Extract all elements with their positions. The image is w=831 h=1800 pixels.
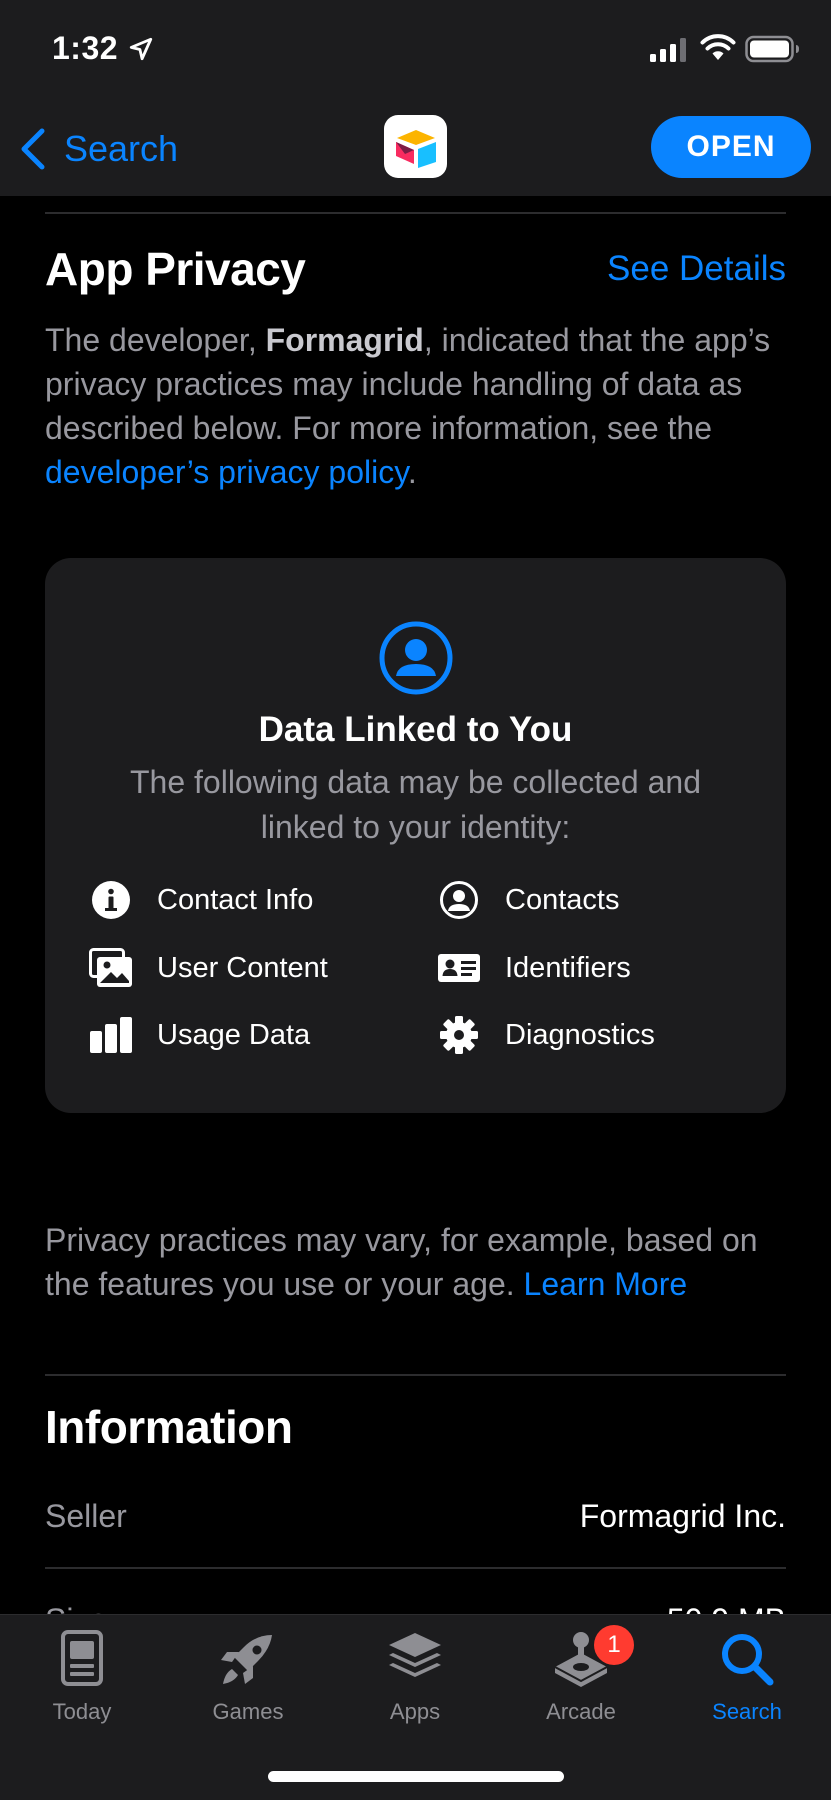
tab-search[interactable]: Search xyxy=(672,1629,822,1739)
data-linked-card[interactable]: Data Linked to You The following data ma… xyxy=(45,558,786,1113)
data-item-label: Identifiers xyxy=(505,951,631,984)
desc-suffix: . xyxy=(407,454,417,490)
tab-label: Apps xyxy=(389,1699,441,1724)
chevron-left-icon xyxy=(21,128,45,170)
section-divider xyxy=(45,212,786,214)
today-icon xyxy=(61,1630,103,1686)
data-item-contact-info: Contact Info xyxy=(89,875,313,925)
desc-prefix: The developer, xyxy=(45,322,266,358)
status-bar: 1:32 xyxy=(0,0,831,100)
data-item-label: Contacts xyxy=(505,883,620,916)
tab-games[interactable]: Games xyxy=(173,1629,323,1739)
rocket-icon xyxy=(221,1635,272,1684)
privacy-description: The developer, Formagrid, indicated that… xyxy=(45,318,786,494)
cellular-signal-icon xyxy=(650,38,686,62)
card-title: Data Linked to You xyxy=(258,710,573,749)
info-row-seller: Seller Formagrid Inc. xyxy=(45,1498,786,1542)
person-circle-icon xyxy=(440,881,478,919)
data-item-label: User Content xyxy=(157,951,328,984)
tab-label: Search xyxy=(712,1699,782,1724)
privacy-practices-note: Privacy practices may vary, for example,… xyxy=(45,1218,805,1306)
info-label: Seller xyxy=(45,1498,127,1534)
layers-icon xyxy=(389,1633,441,1677)
arcade-badge: 1 xyxy=(594,1625,634,1665)
info-circle-icon xyxy=(92,881,130,919)
card-subtitle: The following data may be collected and … xyxy=(129,764,701,845)
tab-today[interactable]: Today xyxy=(7,1629,157,1739)
id-card-icon xyxy=(438,954,480,982)
data-item-user-content: User Content xyxy=(89,943,328,993)
photos-icon xyxy=(89,948,132,987)
tab-label: Games xyxy=(212,1699,284,1724)
info-value: Formagrid Inc. xyxy=(579,1498,786,1534)
learn-more-link[interactable]: Learn More xyxy=(524,1266,688,1302)
data-item-diagnostics: Diagnostics xyxy=(437,1010,655,1060)
person-circle-icon xyxy=(379,621,453,695)
tab-label: Today xyxy=(52,1699,112,1724)
back-label: Search xyxy=(64,128,179,169)
nav-bar: Search OPEN xyxy=(0,100,831,196)
information-title: Information xyxy=(45,1401,293,1453)
row-divider xyxy=(45,1567,786,1569)
data-item-label: Usage Data xyxy=(157,1018,311,1051)
tab-label: Arcade xyxy=(546,1699,616,1724)
data-item-usage-data: Usage Data xyxy=(89,1010,310,1060)
open-button[interactable]: OPEN xyxy=(651,116,811,178)
section-divider xyxy=(45,1374,786,1376)
home-indicator[interactable] xyxy=(268,1771,564,1782)
tab-apps[interactable]: Apps xyxy=(340,1629,490,1739)
data-item-identifiers: Identifiers xyxy=(437,943,631,993)
app-icon xyxy=(384,115,447,178)
location-arrow-icon xyxy=(129,37,153,61)
app-privacy-title: App Privacy xyxy=(45,243,306,295)
wifi-icon xyxy=(700,34,736,60)
see-details-link[interactable]: See Details xyxy=(607,249,786,289)
data-item-label: Diagnostics xyxy=(505,1018,655,1051)
airtable-logo-icon xyxy=(395,129,436,168)
status-time: 1:32 xyxy=(52,30,119,66)
privacy-policy-link[interactable]: developer’s privacy policy xyxy=(45,454,408,490)
search-icon xyxy=(722,1634,774,1686)
data-item-label: Contact Info xyxy=(157,883,314,916)
bar-chart-icon xyxy=(90,1017,132,1053)
tab-arcade[interactable]: 1 Arcade xyxy=(506,1625,656,1739)
data-item-contacts: Contacts xyxy=(437,875,619,925)
developer-name: Formagrid xyxy=(265,322,424,358)
battery-icon xyxy=(745,35,799,63)
back-button[interactable]: Search xyxy=(18,124,178,174)
gear-icon xyxy=(440,1016,478,1054)
